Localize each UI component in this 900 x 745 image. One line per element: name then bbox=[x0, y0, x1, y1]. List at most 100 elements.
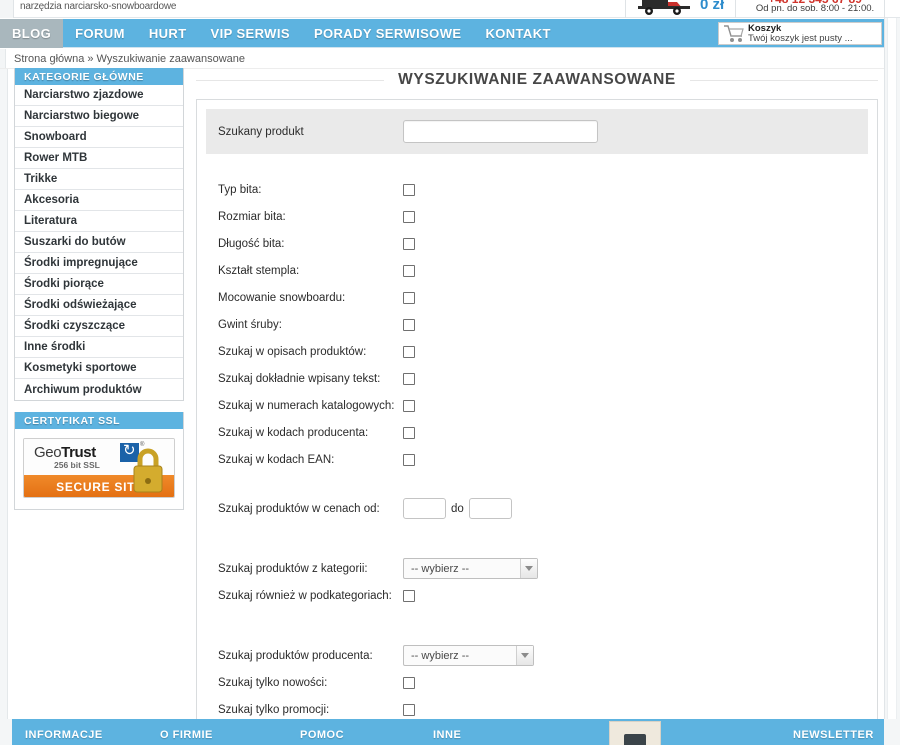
label-rozmiar-bita: Rozmiar bita: bbox=[218, 210, 286, 223]
chevron-down-icon bbox=[516, 646, 533, 665]
sidebar: KATEGORIE GŁÓWNE Narciarstwo zjazdowe Na… bbox=[14, 68, 184, 510]
geotrust-ssl-badge[interactable]: GeoTrust ® 256 bit SSL SECURE SITE bbox=[23, 438, 175, 498]
checkbox-numerach-katalogowych[interactable] bbox=[403, 399, 415, 412]
ssl-panel-body: GeoTrust ® 256 bit SSL SECURE SITE bbox=[15, 429, 183, 509]
shopping-cart-icon bbox=[724, 25, 744, 42]
checkbox-mocowanie-snowboardu[interactable] bbox=[403, 291, 415, 304]
checkbox-dlugosc-bita[interactable] bbox=[403, 237, 415, 250]
top-divider-1 bbox=[625, 0, 626, 18]
label-opisach-produktow: Szukaj w opisach produktów: bbox=[218, 345, 367, 358]
top-left-gutter bbox=[0, 0, 14, 18]
left-gutter bbox=[0, 69, 8, 719]
checkbox-row-numerach-katalogowych: Szukaj w numerach katalogowych: bbox=[206, 392, 868, 419]
checkbox-kodach-producenta[interactable] bbox=[403, 426, 415, 439]
breadcrumb: Strona główna » Wyszukiwanie zaawansowan… bbox=[0, 49, 900, 69]
promo-only-label: Szukaj tylko promocji: bbox=[218, 703, 330, 716]
manufacturer-select[interactable]: -- wybierz -- bbox=[403, 645, 534, 666]
checkbox-row-opisach-produktow: Szukaj w opisach produktów: bbox=[206, 338, 868, 365]
footer: INFORMACJE O FIRMIE POMOC INNE NEWSLETTE… bbox=[0, 719, 900, 745]
cart-summary[interactable]: Koszyk Twój koszyk jest pusty ... bbox=[718, 22, 882, 45]
sidebar-item-srodki-czyszczace[interactable]: Środki czyszczące bbox=[15, 316, 183, 337]
nav-item-blog[interactable]: BLOG bbox=[0, 19, 64, 48]
product-search-row: Szukany produkt bbox=[206, 109, 868, 154]
sidebar-item-suszarki-do-butow[interactable]: Suszarki do butów bbox=[15, 232, 183, 253]
footer-item-newsletter[interactable]: NEWSLETTER bbox=[793, 729, 874, 741]
checkbox-subcategories[interactable] bbox=[403, 589, 415, 602]
checkbox-row-kodach-ean: Szukaj w kodach EAN: bbox=[206, 446, 868, 473]
manufacturer-select-label: Szukaj produktów producenta: bbox=[218, 649, 373, 662]
ssl-panel-header: CERTYFIKAT SSL bbox=[15, 412, 183, 429]
nav-item-hurt[interactable]: HURT bbox=[137, 19, 199, 48]
sidebar-item-kosmetyki-sportowe[interactable]: Kosmetyki sportowe bbox=[15, 358, 183, 379]
nav-item-porady-serwisowe[interactable]: PORADY SERWISOWE bbox=[302, 19, 474, 48]
sidebar-item-trikke[interactable]: Trikke bbox=[15, 169, 183, 190]
sidebar-item-snowboard[interactable]: Snowboard bbox=[15, 127, 183, 148]
nav-item-forum[interactable]: FORUM bbox=[63, 19, 137, 48]
nav-item-kontakt[interactable]: KONTAKT bbox=[473, 19, 562, 48]
contact-phone-block: +48 12 345 67 89 Od pn. do sob. 8:00 - 2… bbox=[740, 0, 890, 18]
label-kodach-producenta: Szukaj w kodach producenta: bbox=[218, 426, 369, 439]
ssl-panel: CERTYFIKAT SSL GeoTrust ® 256 bit SSL SE… bbox=[14, 412, 184, 510]
price-between-label: do bbox=[451, 502, 464, 515]
label-dlugosc-bita: Długość bita: bbox=[218, 237, 285, 250]
checkbox-opisach-produktow[interactable] bbox=[403, 345, 415, 358]
sidebar-item-archiwum-produktow[interactable]: Archiwum produktów bbox=[15, 379, 183, 400]
ssl-brand-trust: Trust bbox=[61, 444, 96, 461]
checkbox-row-gwint-sruby: Gwint śruby: bbox=[206, 311, 868, 338]
sidebar-item-literatura[interactable]: Literatura bbox=[15, 211, 183, 232]
checkbox-ksztalt-stempla[interactable] bbox=[403, 264, 415, 277]
subcategory-label: Szukaj również w podkategoriach: bbox=[218, 589, 392, 602]
breadcrumb-text[interactable]: Strona główna » Wyszukiwanie zaawansowan… bbox=[14, 53, 245, 65]
checkbox-row-ksztalt-stempla: Kształt stempla: bbox=[206, 257, 868, 284]
label-mocowanie-snowboardu: Mocowanie snowboardu: bbox=[218, 291, 346, 304]
search-input[interactable] bbox=[403, 120, 598, 143]
sidebar-item-narciarstwo-biegowe[interactable]: Narciarstwo biegowe bbox=[15, 106, 183, 127]
ssl-bits-label: 256 bit SSL bbox=[54, 460, 100, 470]
padlock-icon bbox=[133, 448, 163, 493]
checkbox-promo-only[interactable] bbox=[403, 703, 415, 716]
label-numerach-katalogowych: Szukaj w numerach katalogowych: bbox=[218, 399, 395, 412]
sidebar-item-srodki-odswiezajace[interactable]: Środki odświeżające bbox=[15, 295, 183, 316]
breadcrumb-gutter bbox=[0, 49, 6, 69]
sidebar-item-inne-srodki[interactable]: Inne środki bbox=[15, 337, 183, 358]
sidebar-item-srodki-impregnujace[interactable]: Środki impregnujące bbox=[15, 253, 183, 274]
sidebar-item-akcesoria[interactable]: Akcesoria bbox=[15, 190, 183, 211]
page-root: narzędzia narciarsko-snowboardowe 0 zł +… bbox=[0, 0, 900, 745]
footer-item-informacje[interactable]: INFORMACJE bbox=[25, 729, 103, 741]
checkbox-gwint-sruby[interactable] bbox=[403, 318, 415, 331]
subcategory-row: Szukaj również w podkategoriach: bbox=[206, 582, 868, 609]
top-utility-bar: narzędzia narciarsko-snowboardowe 0 zł +… bbox=[0, 0, 900, 18]
checkbox-row-dokladnie-wpisany-tekst: Szukaj dokładnie wpisany tekst: bbox=[206, 365, 868, 392]
footer-item-o-firmie[interactable]: O FIRMIE bbox=[160, 729, 213, 741]
price-to-input[interactable] bbox=[468, 498, 512, 519]
cart-title: Koszyk bbox=[748, 22, 782, 34]
checkbox-kodach-ean[interactable] bbox=[403, 453, 415, 466]
sidebar-item-rower-mtb[interactable]: Rower MTB bbox=[15, 148, 183, 169]
cart-text: Koszyk Twój koszyk jest pusty ... bbox=[748, 22, 853, 44]
category-select[interactable]: -- wybierz -- bbox=[403, 558, 538, 579]
price-range-label: Szukaj produktów w cenach od: bbox=[218, 502, 380, 515]
nav-item-vip-serwis[interactable]: VIP SERWIS bbox=[199, 19, 302, 48]
label-dokladnie-wpisany-tekst: Szukaj dokładnie wpisany tekst: bbox=[218, 372, 381, 385]
checkbox-typ-bita[interactable] bbox=[403, 183, 415, 196]
chevron-down-icon bbox=[520, 559, 537, 578]
price-range-row: Szukaj produktów w cenach od: do bbox=[206, 495, 868, 522]
footer-item-inne[interactable]: INNE bbox=[433, 729, 461, 741]
cart-status: Twój koszyk jest pusty ... bbox=[748, 32, 853, 44]
checkbox-rozmiar-bita[interactable] bbox=[403, 210, 415, 223]
checkbox-row-rozmiar-bita: Rozmiar bita: bbox=[206, 203, 868, 230]
nav-items: BLOG FORUM HURT VIP SERWIS PORADY SERWIS… bbox=[0, 19, 563, 48]
checkbox-dokladnie-wpisany-tekst[interactable] bbox=[403, 372, 415, 385]
footer-item-pomoc[interactable]: POMOC bbox=[300, 729, 344, 741]
price-from-input[interactable] bbox=[403, 498, 446, 519]
checkbox-new-only[interactable] bbox=[403, 676, 415, 689]
checkbox-row-kodach-producenta: Szukaj w kodach producenta: bbox=[206, 419, 868, 446]
category-select-row: Szukaj produktów z kategorii: -- wybierz… bbox=[206, 555, 868, 582]
sidebar-item-narciarstwo-zjazdowe[interactable]: Narciarstwo zjazdowe bbox=[15, 85, 183, 106]
sidebar-item-srodki-piorace[interactable]: Środki piorące bbox=[15, 274, 183, 295]
footer-badge-inner bbox=[624, 734, 646, 745]
